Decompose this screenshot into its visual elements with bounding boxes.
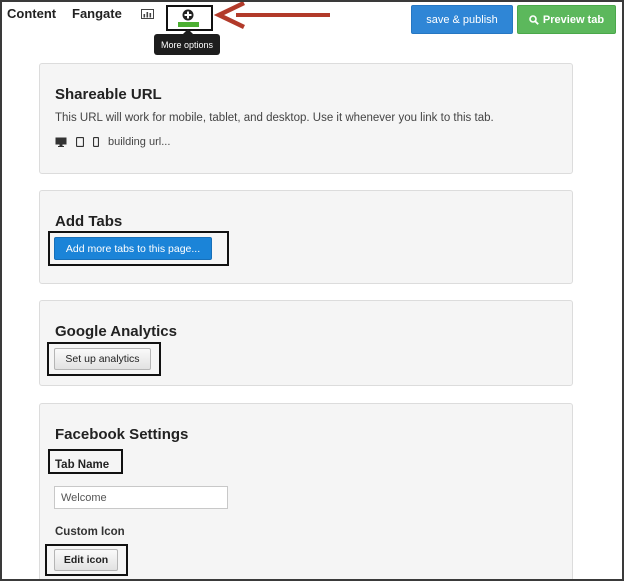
- desktop-icon[interactable]: [55, 137, 67, 147]
- shareable-url-description: This URL will work for mobile, tablet, a…: [55, 112, 494, 124]
- active-indicator: [178, 22, 199, 27]
- annotation-arrow-icon: [214, 0, 330, 30]
- more-options-tooltip: More options: [154, 29, 220, 55]
- url-status: building url...: [108, 136, 171, 148]
- device-row: building url...: [55, 136, 170, 148]
- custom-icon-label: Custom Icon: [55, 526, 125, 538]
- preview-tab-button[interactable]: Preview tab: [517, 5, 616, 34]
- highlight-box: [48, 231, 229, 266]
- save-publish-button[interactable]: save & publish: [411, 5, 513, 34]
- tab-name-input[interactable]: [54, 486, 228, 509]
- more-options-button[interactable]: [166, 5, 213, 31]
- tab-fangate[interactable]: Fangate: [72, 6, 122, 21]
- top-nav: Content Fangate More options save & publ…: [0, 0, 624, 55]
- highlight-box: [47, 342, 161, 376]
- tab-content[interactable]: Content: [7, 6, 56, 21]
- search-icon: [529, 14, 539, 25]
- add-tabs-title: Add Tabs: [55, 213, 123, 230]
- bar-chart-icon[interactable]: [141, 9, 154, 19]
- phone-icon[interactable]: [93, 137, 99, 147]
- highlight-box: [48, 449, 123, 474]
- plus-circle-icon: [182, 9, 194, 21]
- shareable-url-panel: Shareable URL This URL will work for mob…: [39, 63, 573, 174]
- facebook-settings-title: Facebook Settings: [55, 426, 189, 443]
- google-analytics-title: Google Analytics: [55, 323, 177, 340]
- preview-tab-label: Preview tab: [542, 13, 605, 26]
- highlight-box: [45, 544, 128, 576]
- shareable-url-title: Shareable URL: [55, 86, 162, 103]
- tablet-icon[interactable]: [76, 137, 84, 147]
